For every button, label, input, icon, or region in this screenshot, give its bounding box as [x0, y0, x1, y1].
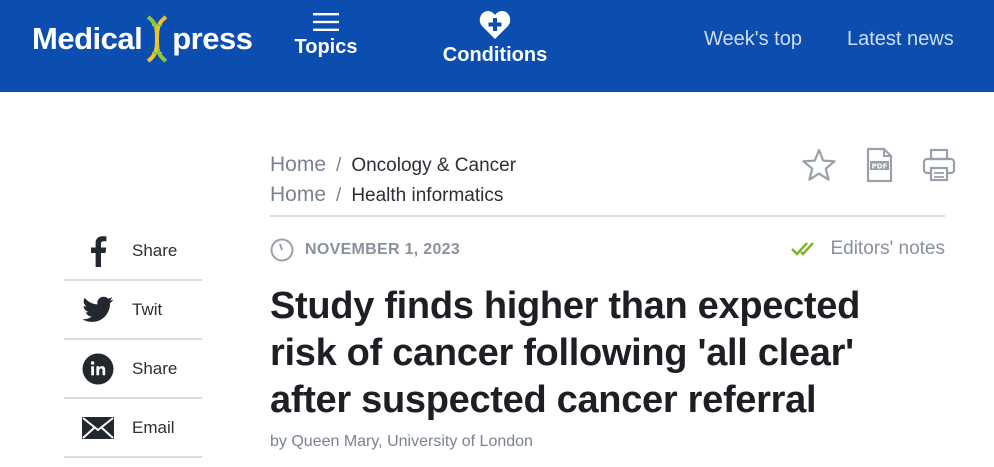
- share-twitter-label: Twit: [132, 299, 163, 319]
- breadcrumb-separator: /: [336, 155, 342, 176]
- facebook-icon: [91, 235, 107, 267]
- breadcrumb-category-link[interactable]: Oncology & Cancer: [351, 151, 516, 180]
- breadcrumb-separator: /: [336, 185, 342, 206]
- dna-logo-icon: [146, 15, 168, 63]
- double-check-icon: [791, 242, 815, 256]
- site-header: Medical press Topics Conditions Week's t…: [0, 0, 994, 92]
- site-logo[interactable]: Medical press: [32, 14, 253, 64]
- heart-plus-icon: [479, 11, 511, 39]
- article-byline: by Queen Mary, University of London: [270, 433, 533, 450]
- star-icon: [802, 148, 836, 181]
- article-title: Study finds higher than expected risk of…: [270, 285, 861, 421]
- nav-weeks-top[interactable]: Week's top: [704, 28, 802, 51]
- linkedin-icon: [82, 353, 114, 384]
- clock-icon: [270, 238, 294, 262]
- share-bar: Share Twit Share Email: [64, 222, 202, 458]
- share-linkedin[interactable]: Share: [64, 340, 202, 399]
- print-button[interactable]: [920, 146, 958, 184]
- share-facebook-label: Share: [132, 240, 178, 260]
- breadcrumb-row: Home / Oncology & Cancer: [270, 150, 516, 180]
- pdf-button[interactable]: PDF: [860, 146, 898, 184]
- editors-notes-link[interactable]: Editors' notes: [790, 238, 945, 260]
- breadcrumb-home-link[interactable]: Home: [270, 150, 326, 179]
- logo-text-left: Medical: [32, 21, 143, 56]
- header-divider: [270, 215, 945, 217]
- menu-icon: [313, 13, 339, 31]
- twitter-icon: [82, 296, 114, 322]
- breadcrumb-row: Home / Health informatics: [270, 180, 516, 210]
- article-date-text: NOVEMBER 1, 2023: [305, 241, 461, 258]
- logo-text-right: press: [172, 21, 253, 56]
- email-icon: [82, 416, 114, 439]
- share-email[interactable]: Email: [64, 399, 202, 458]
- bookmark-button[interactable]: [800, 146, 838, 184]
- share-email-label: Email: [132, 417, 175, 437]
- svg-text:PDF: PDF: [872, 163, 888, 171]
- nav-topics[interactable]: Topics: [286, 12, 366, 59]
- share-linkedin-label: Share: [132, 358, 178, 378]
- share-facebook[interactable]: Share: [64, 222, 202, 281]
- share-twitter[interactable]: Twit: [64, 281, 202, 340]
- nav-conditions-label: Conditions: [442, 44, 548, 66]
- nav-topics-label: Topics: [294, 36, 358, 58]
- pdf-icon: PDF: [866, 147, 893, 183]
- nav-conditions[interactable]: Conditions: [440, 10, 550, 67]
- breadcrumb-home-link[interactable]: Home: [270, 180, 326, 209]
- article-date: NOVEMBER 1, 2023: [270, 238, 460, 262]
- editors-notes-label: Editors' notes: [830, 238, 945, 259]
- nav-latest-news[interactable]: Latest news: [847, 28, 954, 51]
- breadcrumb: Home / Oncology & Cancer Home / Health i…: [270, 150, 516, 210]
- article-tools: PDF: [800, 146, 958, 184]
- print-icon: [922, 148, 956, 182]
- breadcrumb-category-link[interactable]: Health informatics: [351, 181, 503, 210]
